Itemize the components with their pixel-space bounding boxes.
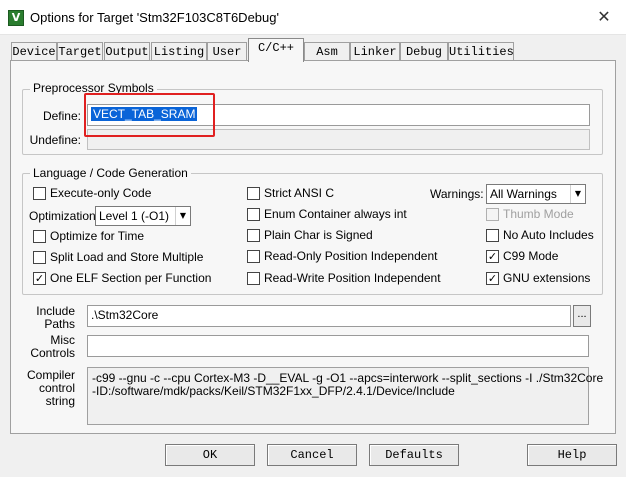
define-label: Define: — [42, 109, 81, 123]
gnu-extensions-checkbox[interactable]: ✓ — [486, 272, 499, 285]
chevron-down-icon: ▼ — [570, 185, 585, 203]
strict-ansi-label: Strict ANSI C — [264, 186, 335, 200]
defaults-button[interactable]: Defaults — [369, 444, 459, 466]
include-paths-input[interactable]: .\Stm32Core — [87, 305, 571, 327]
rwpi-checkbox[interactable] — [247, 272, 260, 285]
cancel-button[interactable]: Cancel — [267, 444, 357, 466]
plain-char-label: Plain Char is Signed — [264, 228, 373, 242]
undefine-label: Undefine: — [29, 133, 81, 147]
optimization-select[interactable]: Level 1 (-O1) ▼ — [95, 206, 191, 226]
tab-listing[interactable]: Listing — [151, 42, 207, 61]
warnings-label: Warnings: — [430, 187, 484, 201]
language-group-title: Language / Code Generation — [30, 166, 191, 180]
split-load-label: Split Load and Store Multiple — [50, 250, 204, 264]
tab-asm[interactable]: Asm — [304, 42, 350, 61]
misc-controls-label-line-2: Controls — [30, 346, 75, 360]
no-auto-includes-label: No Auto Includes — [503, 228, 594, 242]
help-button[interactable]: Help — [527, 444, 617, 466]
warnings-value: All Warnings — [490, 187, 557, 201]
execute-only-checkbox[interactable] — [33, 187, 46, 200]
gnu-extensions-label: GNU extensions — [503, 271, 591, 285]
ropi-checkbox[interactable] — [247, 250, 260, 263]
close-icon[interactable]: ✕ — [592, 6, 616, 28]
rwpi-label: Read-Write Position Independent — [264, 271, 441, 285]
ropi-label: Read-Only Position Independent — [264, 249, 438, 263]
enum-container-label: Enum Container always int — [264, 207, 407, 221]
annotation-highlight-box — [84, 93, 215, 137]
misc-controls-label: Misc Controls — [20, 334, 75, 360]
optimization-value: Level 1 (-O1) — [99, 209, 170, 223]
tab-output[interactable]: Output — [104, 42, 150, 61]
tab-c-cpp[interactable]: C/C++ — [248, 38, 304, 62]
c99-mode-label: C99 Mode — [503, 249, 559, 263]
compiler-control-label: Compiler control string — [20, 369, 75, 408]
chevron-down-icon: ▼ — [175, 207, 190, 225]
enum-container-checkbox[interactable] — [247, 208, 260, 221]
warnings-select[interactable]: All Warnings ▼ — [486, 184, 586, 204]
include-paths-browse-button[interactable]: ... — [573, 305, 591, 327]
ok-button[interactable]: OK — [165, 444, 255, 466]
execute-only-label: Execute-only Code — [50, 186, 152, 200]
compiler-control-line-2: -ID:/software/mdk/packs/Keil/STM32F1xx_D… — [92, 384, 455, 398]
include-paths-label: Include Paths — [26, 305, 75, 331]
optimize-time-checkbox[interactable] — [33, 230, 46, 243]
strict-ansi-checkbox[interactable] — [247, 187, 260, 200]
plain-char-checkbox[interactable] — [247, 229, 260, 242]
tab-debug[interactable]: Debug — [400, 42, 448, 61]
optimization-label: Optimization: — [29, 209, 100, 223]
compiler-control-string-textarea[interactable]: -c99 --gnu -c --cpu Cortex-M3 -D__EVAL -… — [87, 367, 603, 425]
compiler-control-line-1: -c99 --gnu -c --cpu Cortex-M3 -D__EVAL -… — [92, 371, 604, 385]
tab-device[interactable]: Device — [11, 42, 57, 61]
thumb-mode-label: Thumb Mode — [503, 207, 574, 221]
tab-linker[interactable]: Linker — [350, 42, 400, 61]
misc-controls-input[interactable] — [87, 335, 589, 357]
keil-app-icon: V — [8, 10, 24, 26]
one-elf-checkbox[interactable]: ✓ — [33, 272, 46, 285]
include-paths-label-line-2: Paths — [44, 317, 75, 331]
tab-utilities[interactable]: Utilities — [448, 42, 514, 61]
no-auto-includes-checkbox[interactable] — [486, 229, 499, 242]
optimize-time-label: Optimize for Time — [50, 229, 145, 243]
compiler-control-label-line-3: string — [45, 394, 75, 408]
one-elf-label: One ELF Section per Function — [50, 271, 212, 285]
tab-user[interactable]: User — [207, 42, 247, 61]
thumb-mode-checkbox — [486, 208, 499, 221]
c99-mode-checkbox[interactable]: ✓ — [486, 250, 499, 263]
split-load-checkbox[interactable] — [33, 251, 46, 264]
include-paths-value: .\Stm32Core — [91, 308, 159, 322]
tab-target[interactable]: Target — [57, 42, 103, 61]
window-title: Options for Target 'Stm32F103C8T6Debug' — [30, 10, 279, 25]
